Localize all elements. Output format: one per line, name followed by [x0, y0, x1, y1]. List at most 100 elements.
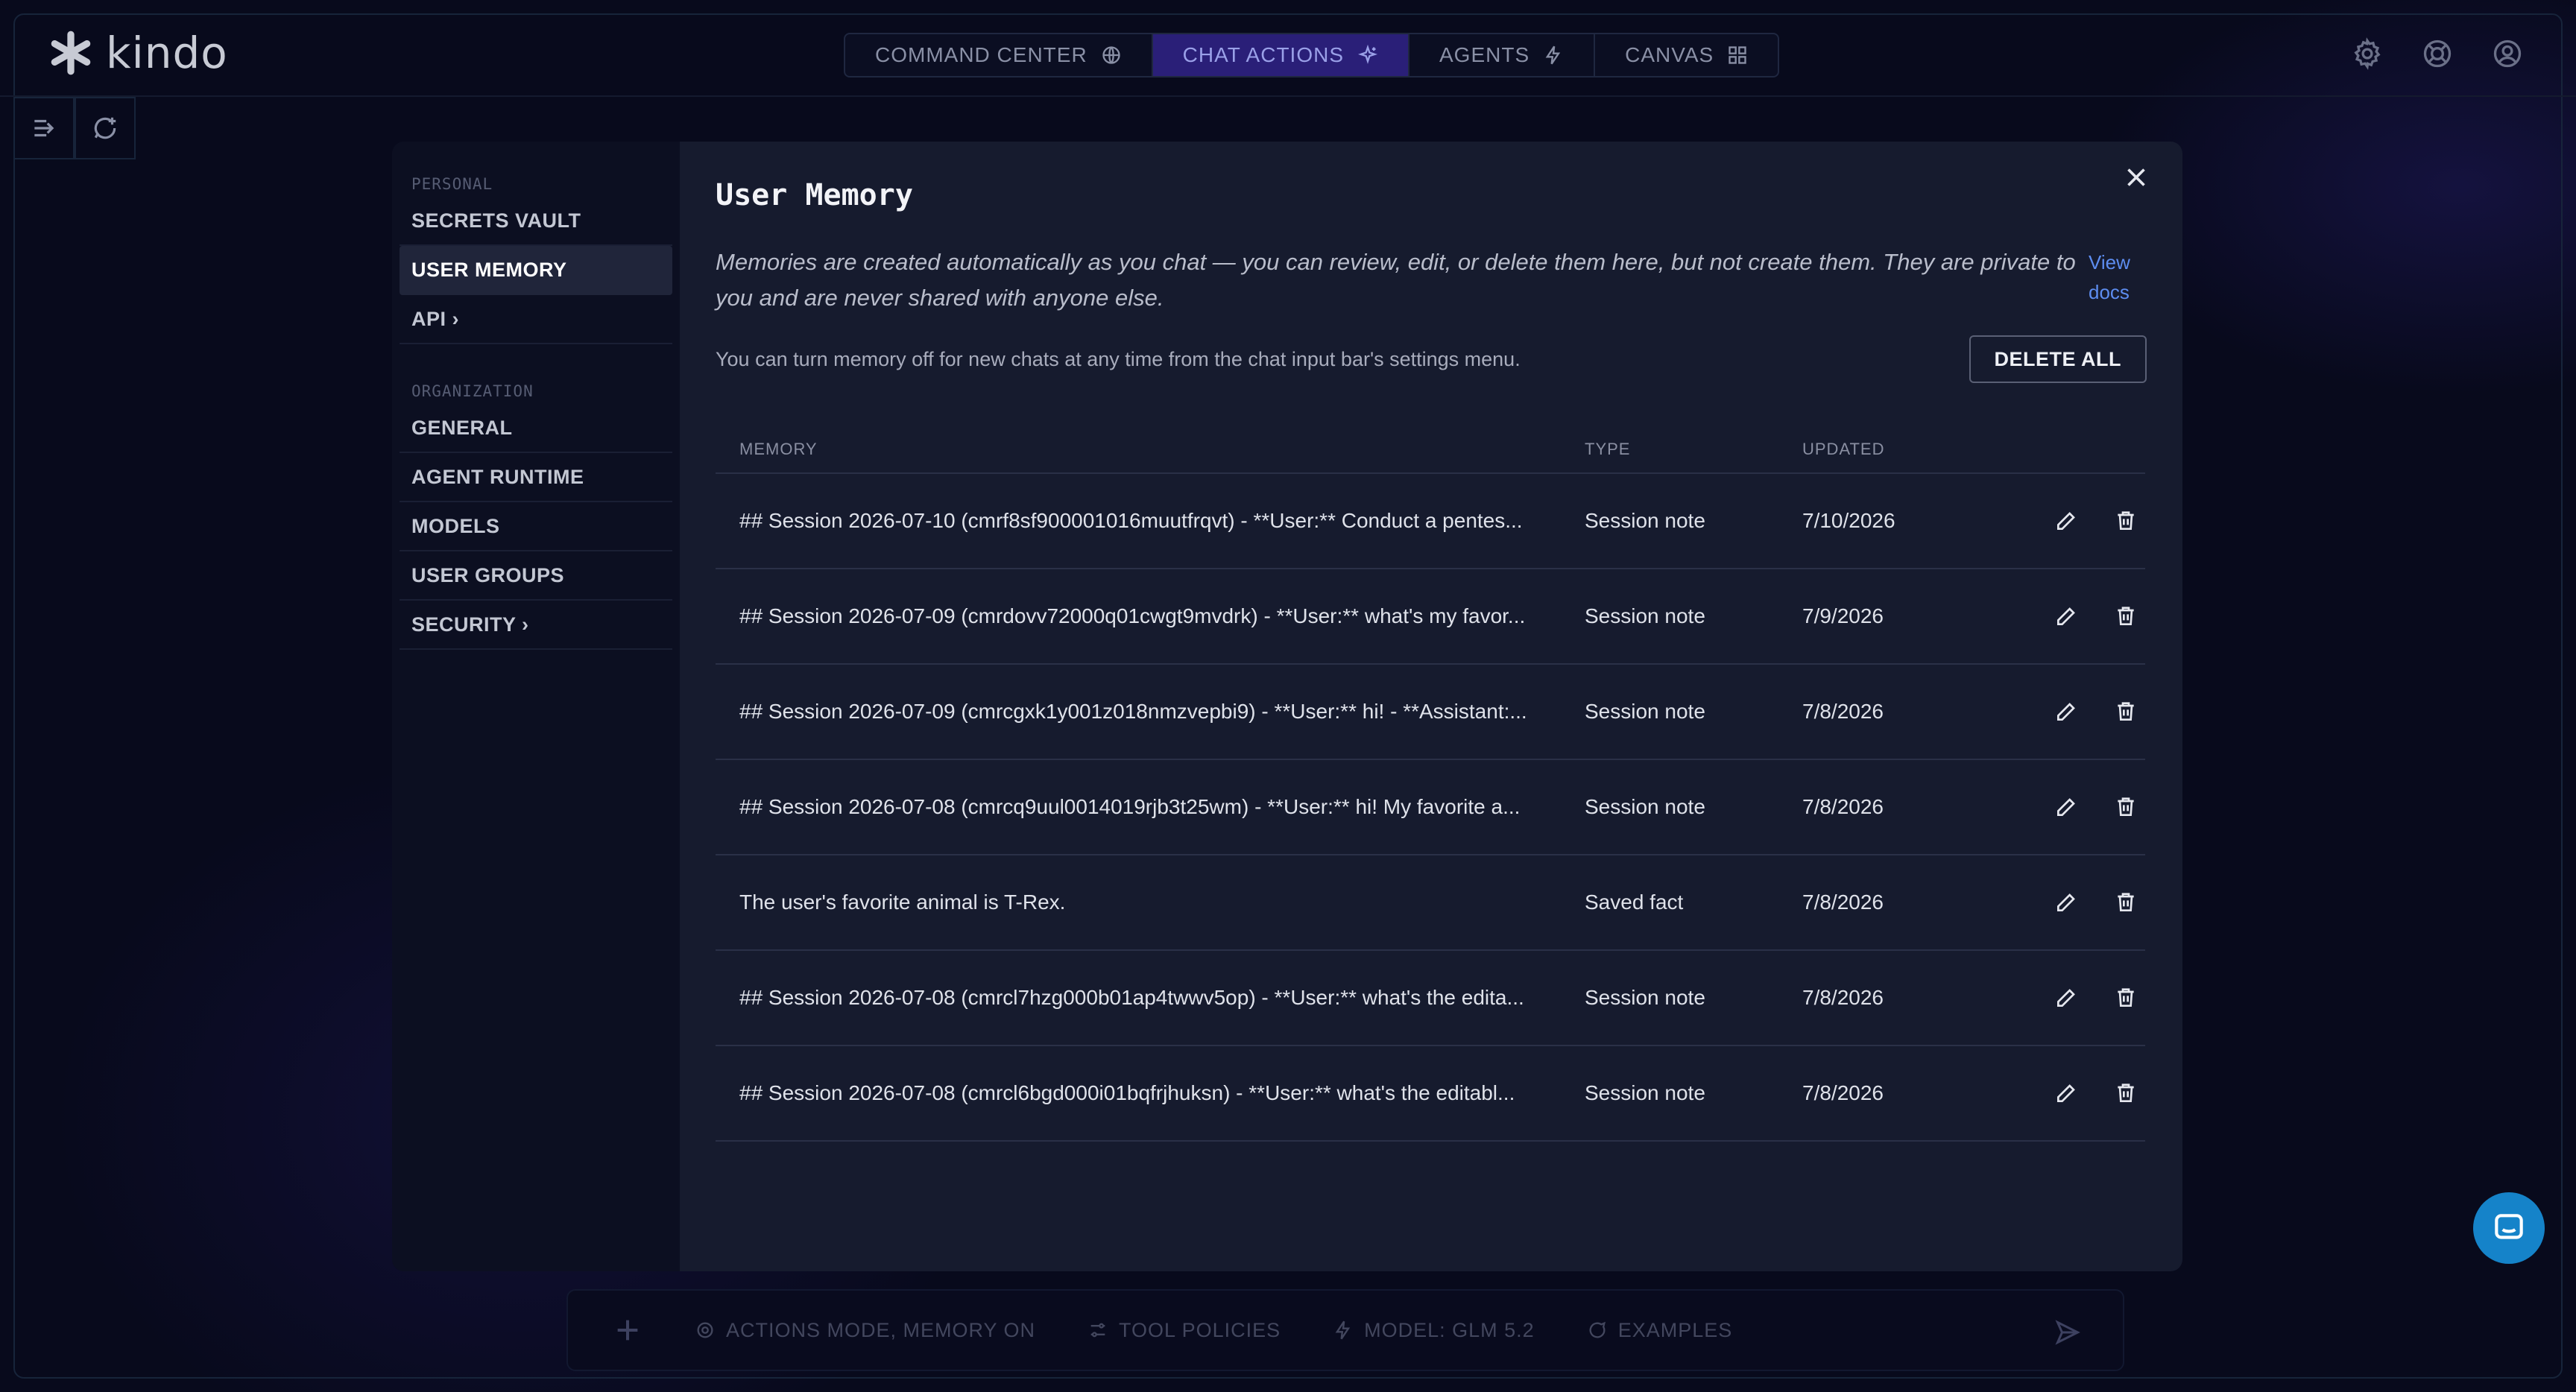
- bolt-icon: [1335, 1320, 1351, 1340]
- info-row: You can turn memory off for new chats at…: [716, 335, 2147, 383]
- row-actions: [2018, 509, 2145, 533]
- table-row[interactable]: ## Session 2026-07-10 (cmrf8sf900001016m…: [716, 474, 2145, 569]
- memory-updated: 7/8/2026: [1802, 1081, 1884, 1104]
- sidebar-item-models[interactable]: MODELS: [400, 502, 672, 551]
- settings-modal: PERSONAL SECRETS VAULT USER MEMORY API ›…: [392, 142, 2182, 1271]
- row-actions: [2018, 1081, 2145, 1105]
- table-row[interactable]: ## Session 2026-07-09 (cmrdovv72000q01cw…: [716, 569, 2145, 665]
- tab-label: CANVAS: [1625, 43, 1714, 66]
- memory-text: The user's favorite animal is T-Rex.: [739, 890, 1066, 914]
- memory-updated: 7/8/2026: [1802, 700, 1884, 723]
- tab-canvas[interactable]: CANVAS: [1595, 34, 1778, 76]
- tab-label: AGENTS: [1439, 43, 1530, 66]
- view-docs-link[interactable]: View docs: [2089, 244, 2147, 316]
- examples-button[interactable]: EXAMPLES: [1587, 1319, 1733, 1342]
- chat-settings-button[interactable]: ACTIONS MODE, MEMORY ON: [695, 1319, 1035, 1342]
- column-header-type[interactable]: TYPE: [1585, 440, 1802, 459]
- mode-switcher: COMMAND CENTER CHAT ACTIONS AGENTS CANVA…: [844, 33, 1780, 77]
- edit-icon[interactable]: [2054, 890, 2078, 914]
- table-row[interactable]: The user's favorite animal is T-Rex. Sav…: [716, 855, 2145, 951]
- memory-table: MEMORY TYPE UPDATED ## Session 2026-07-1…: [716, 426, 2145, 1142]
- tab-label: CHAT ACTIONS: [1182, 43, 1344, 66]
- kindo-logo-icon: [51, 31, 91, 75]
- close-icon[interactable]: [2123, 164, 2150, 191]
- memory-text: ## Session 2026-07-08 (cmrcl6bgd000i01bq…: [739, 1081, 1515, 1104]
- table-row[interactable]: ## Session 2026-07-08 (cmrcq9uul0014019r…: [716, 760, 2145, 855]
- row-actions: [2018, 795, 2145, 819]
- tab-command-center[interactable]: COMMAND CENTER: [845, 34, 1153, 76]
- memory-text: ## Session 2026-07-08 (cmrcq9uul0014019r…: [739, 795, 1521, 818]
- edit-icon[interactable]: [2054, 604, 2078, 628]
- memory-updated: 7/10/2026: [1802, 509, 1895, 532]
- column-header-updated[interactable]: UPDATED: [1802, 440, 2018, 459]
- settings-sidebar: PERSONAL SECRETS VAULT USER MEMORY API ›…: [392, 142, 680, 1271]
- memory-text: ## Session 2026-07-09 (cmrdovv72000q01cw…: [739, 604, 1526, 627]
- new-chat-icon: [94, 117, 116, 139]
- memory-updated: 7/8/2026: [1802, 986, 1884, 1009]
- trash-icon[interactable]: [2114, 700, 2138, 724]
- top-bar: kindo COMMAND CENTER CHAT ACTIONS AGENTS…: [0, 0, 2576, 97]
- model-selector-button[interactable]: MODEL: GLM 5.2: [1333, 1319, 1535, 1342]
- row-actions: [2018, 604, 2145, 628]
- table-row[interactable]: ## Session 2026-07-08 (cmrcl6bgd000i01bq…: [716, 1046, 2145, 1142]
- row-actions: [2018, 890, 2145, 914]
- brand-logo[interactable]: kindo: [46, 27, 228, 79]
- tab-agents[interactable]: AGENTS: [1409, 34, 1596, 76]
- help-chat-button[interactable]: [2473, 1192, 2545, 1264]
- bolt-icon: [1545, 45, 1561, 65]
- sidebar-group-personal: PERSONAL: [411, 175, 493, 193]
- trash-icon[interactable]: [2114, 509, 2138, 533]
- send-icon[interactable]: [2054, 1319, 2081, 1346]
- left-toolstrip: [13, 97, 136, 159]
- edit-icon[interactable]: [2054, 986, 2078, 1010]
- sidebar-toggle-icon: [34, 119, 54, 137]
- sidebar-item-user-groups[interactable]: USER GROUPS: [400, 551, 672, 601]
- page-title: User Memory: [716, 178, 913, 212]
- table-row[interactable]: ## Session 2026-07-09 (cmrcgxk1y001z018n…: [716, 665, 2145, 760]
- table-row[interactable]: ## Session 2026-07-08 (cmrcl7hzg000b01ap…: [716, 951, 2145, 1046]
- memory-description: Memories are created automatically as yo…: [716, 249, 2076, 311]
- sidebar-item-api[interactable]: API ›: [400, 295, 672, 344]
- sidebar-item-general[interactable]: GENERAL: [400, 404, 672, 453]
- memory-updated: 7/8/2026: [1802, 890, 1884, 914]
- memory-type: Session note: [1585, 795, 1705, 818]
- lifebuoy-icon[interactable]: [2421, 37, 2454, 70]
- new-chat-button[interactable]: [75, 97, 136, 159]
- trash-icon[interactable]: [2114, 604, 2138, 628]
- sidebar-item-secrets-vault[interactable]: SECRETS VAULT: [400, 197, 672, 246]
- app-root: kindo COMMAND CENTER CHAT ACTIONS AGENTS…: [0, 0, 2576, 1392]
- trash-icon[interactable]: [2114, 986, 2138, 1010]
- column-header-memory[interactable]: MEMORY: [716, 440, 1585, 459]
- trash-icon[interactable]: [2114, 890, 2138, 914]
- sidebar-item-agent-runtime[interactable]: AGENT RUNTIME: [400, 453, 672, 502]
- chat-support-icon: [2495, 1214, 2523, 1239]
- edit-icon[interactable]: [2054, 700, 2078, 724]
- sidebar-item-user-memory[interactable]: USER MEMORY: [400, 246, 672, 295]
- tool-policies-button[interactable]: TOOL POLICIES: [1087, 1319, 1281, 1342]
- toggle-sidebar-button[interactable]: [13, 97, 75, 159]
- trash-icon[interactable]: [2114, 795, 2138, 819]
- tab-chat-actions[interactable]: CHAT ACTIONS: [1152, 34, 1409, 76]
- globe-icon: [1102, 46, 1120, 64]
- edit-icon[interactable]: [2054, 509, 2078, 533]
- user-circle-icon[interactable]: [2491, 37, 2524, 70]
- sidebar-group-organization: ORGANIZATION: [411, 382, 534, 400]
- memory-type: Session note: [1585, 986, 1705, 1009]
- trash-icon[interactable]: [2114, 1081, 2138, 1105]
- chat-item-label: MODEL: GLM 5.2: [1364, 1318, 1535, 1341]
- memory-text: ## Session 2026-07-10 (cmrf8sf900001016m…: [739, 509, 1523, 532]
- edit-icon[interactable]: [2054, 1081, 2078, 1105]
- chat-bubble-icon: [1589, 1321, 1606, 1338]
- chat-item-label: TOOL POLICIES: [1119, 1318, 1281, 1341]
- plus-icon[interactable]: [613, 1315, 643, 1345]
- tab-label: COMMAND CENTER: [875, 43, 1087, 66]
- gear-icon[interactable]: [2351, 37, 2384, 70]
- edit-icon[interactable]: [2054, 795, 2078, 819]
- delete-all-button[interactable]: DELETE ALL: [1969, 335, 2147, 383]
- memory-type: Saved fact: [1585, 890, 1684, 914]
- sliders-icon: [1090, 1323, 1105, 1338]
- brand-name: kindo: [106, 28, 228, 78]
- chat-input-bar: ACTIONS MODE, MEMORY ON TOOL POLICIES MO…: [566, 1289, 2124, 1371]
- sidebar-item-security[interactable]: SECURITY ›: [400, 601, 672, 650]
- memory-updated: 7/9/2026: [1802, 604, 1884, 627]
